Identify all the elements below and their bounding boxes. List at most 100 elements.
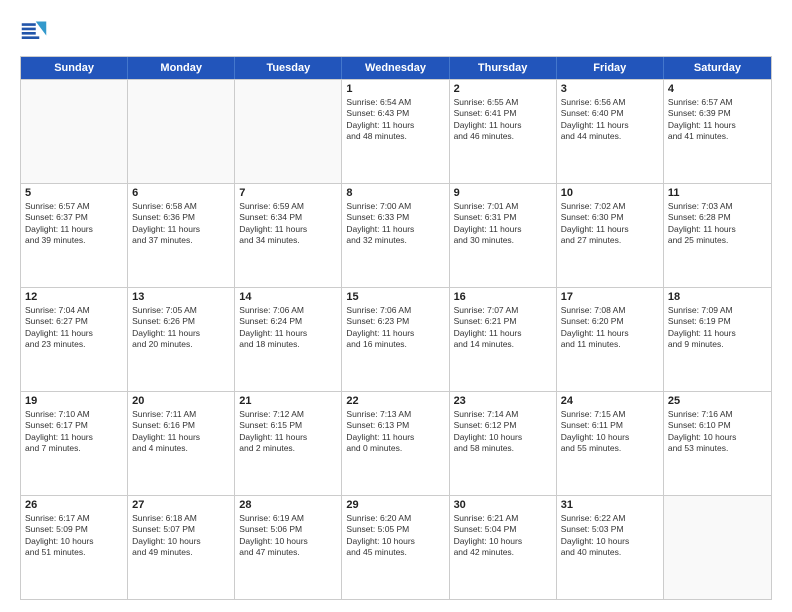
day-cell-3: 3 Sunrise: 6:56 AM Sunset: 6:40 PM Daylig…: [557, 80, 664, 183]
day-info: Sunrise: 6:54 AM Sunset: 6:43 PM Dayligh…: [346, 97, 444, 143]
weekday-header-sunday: Sunday: [21, 57, 128, 79]
day-cell-empty-0-1: [128, 80, 235, 183]
day-info: Sunrise: 6:22 AM Sunset: 5:03 PM Dayligh…: [561, 513, 659, 559]
day-number: 13: [132, 291, 230, 303]
day-cell-28: 28 Sunrise: 6:19 AM Sunset: 5:06 PM Dayli…: [235, 496, 342, 599]
day-number: 11: [668, 187, 767, 199]
day-cell-20: 20 Sunrise: 7:11 AM Sunset: 6:16 PM Dayli…: [128, 392, 235, 495]
day-info: Sunrise: 7:12 AM Sunset: 6:15 PM Dayligh…: [239, 409, 337, 455]
day-number: 18: [668, 291, 767, 303]
day-number: 15: [346, 291, 444, 303]
calendar-row-3: 19 Sunrise: 7:10 AM Sunset: 6:17 PM Dayli…: [21, 391, 771, 495]
day-number: 7: [239, 187, 337, 199]
day-info: Sunrise: 6:20 AM Sunset: 5:05 PM Dayligh…: [346, 513, 444, 559]
day-cell-22: 22 Sunrise: 7:13 AM Sunset: 6:13 PM Dayli…: [342, 392, 449, 495]
day-number: 14: [239, 291, 337, 303]
day-number: 30: [454, 499, 552, 511]
day-info: Sunrise: 7:09 AM Sunset: 6:19 PM Dayligh…: [668, 305, 767, 351]
day-cell-21: 21 Sunrise: 7:12 AM Sunset: 6:15 PM Dayli…: [235, 392, 342, 495]
day-number: 27: [132, 499, 230, 511]
day-info: Sunrise: 7:15 AM Sunset: 6:11 PM Dayligh…: [561, 409, 659, 455]
day-number: 31: [561, 499, 659, 511]
weekday-header-saturday: Saturday: [664, 57, 771, 79]
day-info: Sunrise: 6:19 AM Sunset: 5:06 PM Dayligh…: [239, 513, 337, 559]
day-cell-17: 17 Sunrise: 7:08 AM Sunset: 6:20 PM Dayli…: [557, 288, 664, 391]
weekday-header-friday: Friday: [557, 57, 664, 79]
day-cell-6: 6Sunrise: 6:58 AM Sunset: 6:36 PM Daylig…: [128, 184, 235, 287]
day-info: Sunrise: 7:08 AM Sunset: 6:20 PM Dayligh…: [561, 305, 659, 351]
day-number: 21: [239, 395, 337, 407]
day-number: 9: [454, 187, 552, 199]
day-info: Sunrise: 6:58 AM Sunset: 6:36 PM Dayligh…: [132, 201, 230, 247]
day-number: 3: [561, 83, 659, 95]
calendar-header: SundayMondayTuesdayWednesdayThursdayFrid…: [21, 57, 771, 79]
day-cell-18: 18 Sunrise: 7:09 AM Sunset: 6:19 PM Dayli…: [664, 288, 771, 391]
day-number: 12: [25, 291, 123, 303]
day-info: Sunrise: 7:11 AM Sunset: 6:16 PM Dayligh…: [132, 409, 230, 455]
day-cell-empty-0-2: [235, 80, 342, 183]
day-info: Sunrise: 7:02 AM Sunset: 6:30 PM Dayligh…: [561, 201, 659, 247]
day-info: Sunrise: 6:57 AM Sunset: 6:37 PM Dayligh…: [25, 201, 123, 247]
day-info: Sunrise: 7:16 AM Sunset: 6:10 PM Dayligh…: [668, 409, 767, 455]
day-cell-4: 4 Sunrise: 6:57 AM Sunset: 6:39 PM Daylig…: [664, 80, 771, 183]
day-number: 2: [454, 83, 552, 95]
day-number: 8: [346, 187, 444, 199]
day-number: 25: [668, 395, 767, 407]
day-cell-10: 10Sunrise: 7:02 AM Sunset: 6:30 PM Dayli…: [557, 184, 664, 287]
day-number: 28: [239, 499, 337, 511]
day-info: Sunrise: 7:06 AM Sunset: 6:24 PM Dayligh…: [239, 305, 337, 351]
day-cell-14: 14 Sunrise: 7:06 AM Sunset: 6:24 PM Dayli…: [235, 288, 342, 391]
day-number: 23: [454, 395, 552, 407]
day-cell-29: 29Sunrise: 6:20 AM Sunset: 5:05 PM Dayli…: [342, 496, 449, 599]
day-cell-26: 26Sunrise: 6:17 AM Sunset: 5:09 PM Dayli…: [21, 496, 128, 599]
day-info: Sunrise: 6:56 AM Sunset: 6:40 PM Dayligh…: [561, 97, 659, 143]
day-cell-7: 7 Sunrise: 6:59 AM Sunset: 6:34 PM Daylig…: [235, 184, 342, 287]
day-info: Sunrise: 7:03 AM Sunset: 6:28 PM Dayligh…: [668, 201, 767, 247]
weekday-header-monday: Monday: [128, 57, 235, 79]
day-number: 17: [561, 291, 659, 303]
day-info: Sunrise: 7:06 AM Sunset: 6:23 PM Dayligh…: [346, 305, 444, 351]
day-info: Sunrise: 7:10 AM Sunset: 6:17 PM Dayligh…: [25, 409, 123, 455]
calendar-row-1: 5 Sunrise: 6:57 AM Sunset: 6:37 PM Daylig…: [21, 183, 771, 287]
day-info: Sunrise: 6:57 AM Sunset: 6:39 PM Dayligh…: [668, 97, 767, 143]
day-cell-12: 12 Sunrise: 7:04 AM Sunset: 6:27 PM Dayli…: [21, 288, 128, 391]
day-cell-16: 16 Sunrise: 7:07 AM Sunset: 6:21 PM Dayli…: [450, 288, 557, 391]
day-cell-19: 19 Sunrise: 7:10 AM Sunset: 6:17 PM Dayli…: [21, 392, 128, 495]
weekday-header-wednesday: Wednesday: [342, 57, 449, 79]
day-info: Sunrise: 6:59 AM Sunset: 6:34 PM Dayligh…: [239, 201, 337, 247]
day-cell-empty-0-0: [21, 80, 128, 183]
day-number: 5: [25, 187, 123, 199]
day-cell-1: 1 Sunrise: 6:54 AM Sunset: 6:43 PM Daylig…: [342, 80, 449, 183]
day-number: 1: [346, 83, 444, 95]
day-info: Sunrise: 7:04 AM Sunset: 6:27 PM Dayligh…: [25, 305, 123, 351]
day-info: Sunrise: 6:18 AM Sunset: 5:07 PM Dayligh…: [132, 513, 230, 559]
day-cell-31: 31 Sunrise: 6:22 AM Sunset: 5:03 PM Dayli…: [557, 496, 664, 599]
day-number: 4: [668, 83, 767, 95]
day-cell-23: 23 Sunrise: 7:14 AM Sunset: 6:12 PM Dayli…: [450, 392, 557, 495]
day-info: Sunrise: 7:14 AM Sunset: 6:12 PM Dayligh…: [454, 409, 552, 455]
day-cell-24: 24 Sunrise: 7:15 AM Sunset: 6:11 PM Dayli…: [557, 392, 664, 495]
day-info: Sunrise: 7:00 AM Sunset: 6:33 PM Dayligh…: [346, 201, 444, 247]
day-cell-25: 25 Sunrise: 7:16 AM Sunset: 6:10 PM Dayli…: [664, 392, 771, 495]
day-number: 20: [132, 395, 230, 407]
calendar-row-2: 12 Sunrise: 7:04 AM Sunset: 6:27 PM Dayli…: [21, 287, 771, 391]
day-cell-11: 11 Sunrise: 7:03 AM Sunset: 6:28 PM Dayli…: [664, 184, 771, 287]
day-cell-empty-4-6: [664, 496, 771, 599]
day-info: Sunrise: 7:05 AM Sunset: 6:26 PM Dayligh…: [132, 305, 230, 351]
day-number: 22: [346, 395, 444, 407]
calendar-page: SundayMondayTuesdayWednesdayThursdayFrid…: [0, 0, 792, 612]
header: [20, 18, 772, 46]
day-number: 16: [454, 291, 552, 303]
day-info: Sunrise: 6:55 AM Sunset: 6:41 PM Dayligh…: [454, 97, 552, 143]
day-cell-8: 8 Sunrise: 7:00 AM Sunset: 6:33 PM Daylig…: [342, 184, 449, 287]
day-info: Sunrise: 7:13 AM Sunset: 6:13 PM Dayligh…: [346, 409, 444, 455]
day-info: Sunrise: 7:01 AM Sunset: 6:31 PM Dayligh…: [454, 201, 552, 247]
calendar-body: 1 Sunrise: 6:54 AM Sunset: 6:43 PM Daylig…: [21, 79, 771, 599]
day-info: Sunrise: 7:07 AM Sunset: 6:21 PM Dayligh…: [454, 305, 552, 351]
day-number: 19: [25, 395, 123, 407]
day-cell-30: 30 Sunrise: 6:21 AM Sunset: 5:04 PM Dayli…: [450, 496, 557, 599]
day-number: 24: [561, 395, 659, 407]
logo-icon: [20, 18, 48, 46]
day-cell-27: 27 Sunrise: 6:18 AM Sunset: 5:07 PM Dayli…: [128, 496, 235, 599]
day-info: Sunrise: 6:21 AM Sunset: 5:04 PM Dayligh…: [454, 513, 552, 559]
